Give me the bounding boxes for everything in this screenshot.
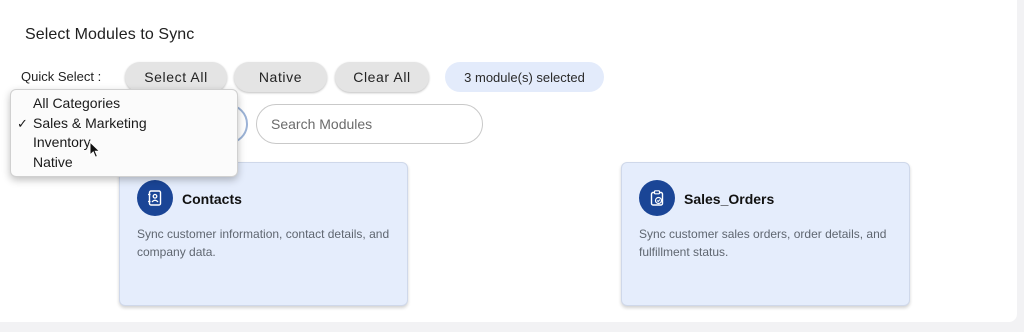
module-description: Sync customer information, contact detai… [137,227,390,259]
sync-modules-panel: Select Modules to Sync Quick Select : Se… [0,0,1017,322]
select-all-button[interactable]: Select All [125,62,227,92]
option-label: Native [33,153,73,170]
clear-all-button[interactable]: Clear All [335,62,429,92]
checkmark-icon: ✓ [17,115,28,131]
module-title: Sales_Orders [684,191,775,207]
selected-count-badge: 3 module(s) selected [445,62,604,92]
clipboard-check-icon [639,180,675,216]
mouse-pointer-icon [89,140,101,164]
quick-select-label: Quick Select : [21,69,102,84]
page-title: Select Modules to Sync [25,26,195,43]
option-label: All Categories [33,95,121,111]
module-card-contacts[interactable]: Contacts Sync customer information, cont… [119,162,408,306]
category-option-native[interactable]: Native [11,153,237,173]
module-title: Contacts [182,191,242,207]
option-label: Inventory [33,134,91,150]
native-button[interactable]: Native [234,62,327,92]
module-description: Sync customer sales orders, order detail… [639,227,887,259]
category-option-sales-marketing[interactable]: ✓ Sales & Marketing [11,114,237,134]
category-option-inventory[interactable]: Inventory [11,133,237,153]
category-dropdown-menu: All Categories ✓ Sales & Marketing Inven… [10,89,238,177]
search-input[interactable] [256,104,483,144]
category-option-all[interactable]: All Categories [11,94,237,114]
option-label: Sales & Marketing [33,114,147,131]
module-card-sales-orders[interactable]: Sales_Orders Sync customer sales orders,… [621,162,910,306]
contact-book-icon [137,180,173,216]
